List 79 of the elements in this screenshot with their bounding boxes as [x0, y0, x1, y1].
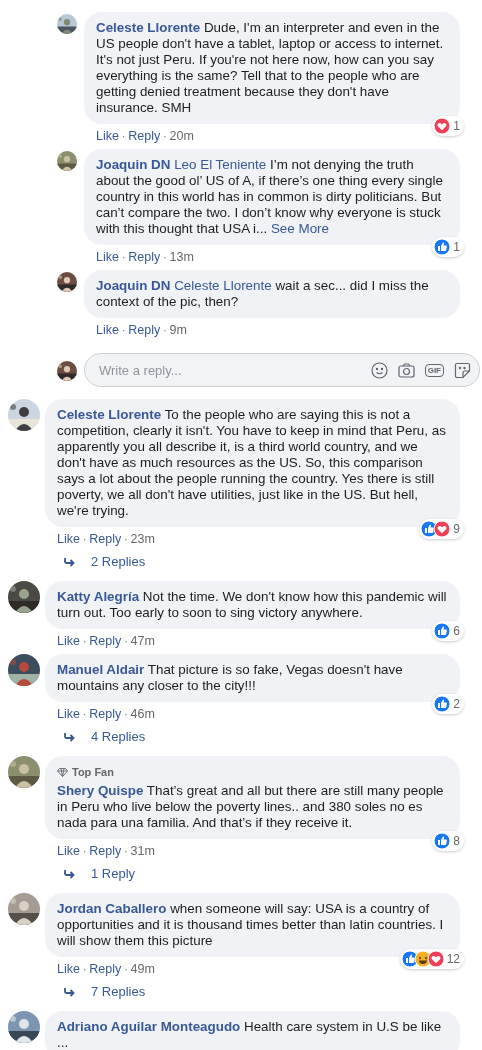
- comment-text: Manuel Aldair That picture is so fake, Vegas doesn't have mountains any closer to the city!!!: [57, 662, 404, 694]
- view-replies-link[interactable]: 1 Reply: [8, 864, 460, 893]
- separator-dot: ·: [163, 251, 167, 263]
- action-link[interactable]: Reply: [89, 532, 122, 546]
- camera-icon[interactable]: [397, 362, 415, 378]
- view-replies-link[interactable]: 7 Replies: [8, 982, 460, 1011]
- separator-dot: ·: [124, 635, 128, 647]
- separator-dot: ·: [82, 635, 87, 647]
- comment-text: Celeste Llorente To the people who are saying this is not a competition, clearly it isn't. You have to keep in mind that Peru, as apparently you all describe it, is a third world country, and we don't have as much resources as the US. So, this comparison says a lot about the people running the country. Yes there is still poverty, we all don't have utilities, just like in the US. But hell, we're trying.: [57, 407, 447, 519]
- action-link[interactable]: Reply: [128, 129, 161, 143]
- timestamp: 31m: [130, 844, 155, 858]
- see-more-link[interactable]: See More: [270, 221, 329, 236]
- comment-text: Adriano Aguilar Monteagudo Health care system in U.S be like ...: [57, 1019, 443, 1050]
- comment-text: Joaquin DN Celeste Llorente wait a sec... did I miss the context of the pic, then?: [96, 278, 430, 310]
- view-replies-link[interactable]: 2 Replies: [8, 552, 460, 581]
- reaction-summary[interactable]: 9: [419, 519, 464, 539]
- separator-dot: ·: [121, 324, 126, 336]
- reaction-summary[interactable]: 12: [399, 949, 464, 969]
- action-link[interactable]: Reply: [89, 634, 122, 648]
- thumbs-up-icon: [434, 833, 451, 849]
- heart-icon: [434, 521, 451, 537]
- separator-dot: ·: [121, 251, 126, 263]
- timestamp: 46m: [130, 707, 155, 721]
- separator-dot: ·: [82, 533, 87, 545]
- thumbs-up-icon: [434, 239, 451, 255]
- action-link[interactable]: Like: [96, 250, 119, 264]
- view-replies-link[interactable]: 4 Replies: [8, 727, 460, 756]
- comment-text: Celeste Llorente Dude, I'm an interpreter and even in the US people don't have a tablet, laptop or access to internet. It's not just Peru. If you're not here now, how can you say everything is the same? Tell that to the people who are getting denied treatment because they don't have insurance. SMH: [96, 20, 445, 116]
- reaction-summary[interactable]: 1: [432, 237, 464, 257]
- action-link[interactable]: Reply: [89, 962, 122, 976]
- separator-dot: ·: [82, 963, 87, 975]
- timestamp: 49m: [130, 962, 155, 976]
- action-link[interactable]: Reply: [128, 250, 161, 264]
- smiley-icon[interactable]: [370, 361, 388, 379]
- reaction-summary[interactable]: 1: [432, 116, 464, 136]
- thumbs-up-icon: [434, 696, 451, 712]
- reply-arrow-icon: [63, 731, 77, 742]
- reaction-summary[interactable]: 6: [432, 621, 464, 641]
- action-link[interactable]: Like: [96, 129, 119, 143]
- action-link[interactable]: Like: [57, 707, 80, 721]
- separator-dot: ·: [124, 845, 128, 857]
- separator-dot: ·: [124, 533, 128, 545]
- action-link[interactable]: Like: [57, 532, 80, 546]
- heart-icon: [434, 118, 451, 134]
- separator-dot: ·: [124, 963, 128, 975]
- separator-dot: ·: [163, 130, 167, 142]
- timestamp: 20m: [169, 129, 194, 143]
- sticker-icon[interactable]: [454, 361, 471, 379]
- reply-arrow-icon: [63, 868, 77, 879]
- diamond-icon: [57, 767, 68, 777]
- action-link[interactable]: Reply: [128, 323, 161, 337]
- timestamp: 23m: [130, 532, 155, 546]
- separator-dot: ·: [163, 324, 167, 336]
- timestamp: 13m: [169, 250, 194, 264]
- separator-dot: ·: [82, 708, 87, 720]
- comment-text: Katty Alegría Not the time. We don't know how this pandemic will turn out. Too early to soon to sing victory anywhere.: [57, 589, 448, 621]
- reaction-summary[interactable]: 2: [432, 694, 464, 714]
- comment-text: Joaquin DN Leo El Teniente I’m not denying the truth about the good ol’ US of A, if there’s one thing every single country in this world has in common is dirty politicians. But can’t compare the two. I don’t know why everyone is stuck with this thought that USA i... See More: [96, 157, 444, 237]
- top-fan-label: Top Fan: [72, 765, 114, 780]
- reaction-summary[interactable]: 8: [432, 831, 464, 851]
- action-link[interactable]: Reply: [89, 707, 122, 721]
- separator-dot: ·: [124, 708, 128, 720]
- comment-text: Shery Quispe That’s great and all but there are still many people in Peru who live below the poverty lines.. and 380 soles no es nada para una familia. And that’s if they receive it.: [57, 783, 445, 831]
- reply-arrow-icon: [63, 986, 77, 997]
- action-link[interactable]: Like: [96, 323, 119, 337]
- comment-text: Jordan Caballero when someone will say: USA is a country of opportunities and it is thousand times better than latin countries. I will show them this picture: [57, 901, 445, 949]
- separator-dot: ·: [121, 130, 126, 142]
- heart-icon: [427, 951, 444, 967]
- reply-field[interactable]: Write a reply... GIF: [84, 353, 480, 387]
- timestamp: 47m: [130, 634, 155, 648]
- reply-arrow-icon: [63, 556, 77, 567]
- action-link[interactable]: Reply: [89, 844, 122, 858]
- gif-button[interactable]: GIF: [424, 363, 444, 377]
- timestamp: 9m: [169, 323, 187, 337]
- thumbs-up-icon: [434, 623, 451, 639]
- action-link[interactable]: Like: [57, 634, 80, 648]
- separator-dot: ·: [82, 845, 87, 857]
- action-link[interactable]: Like: [57, 844, 80, 858]
- action-link[interactable]: Like: [57, 962, 80, 976]
